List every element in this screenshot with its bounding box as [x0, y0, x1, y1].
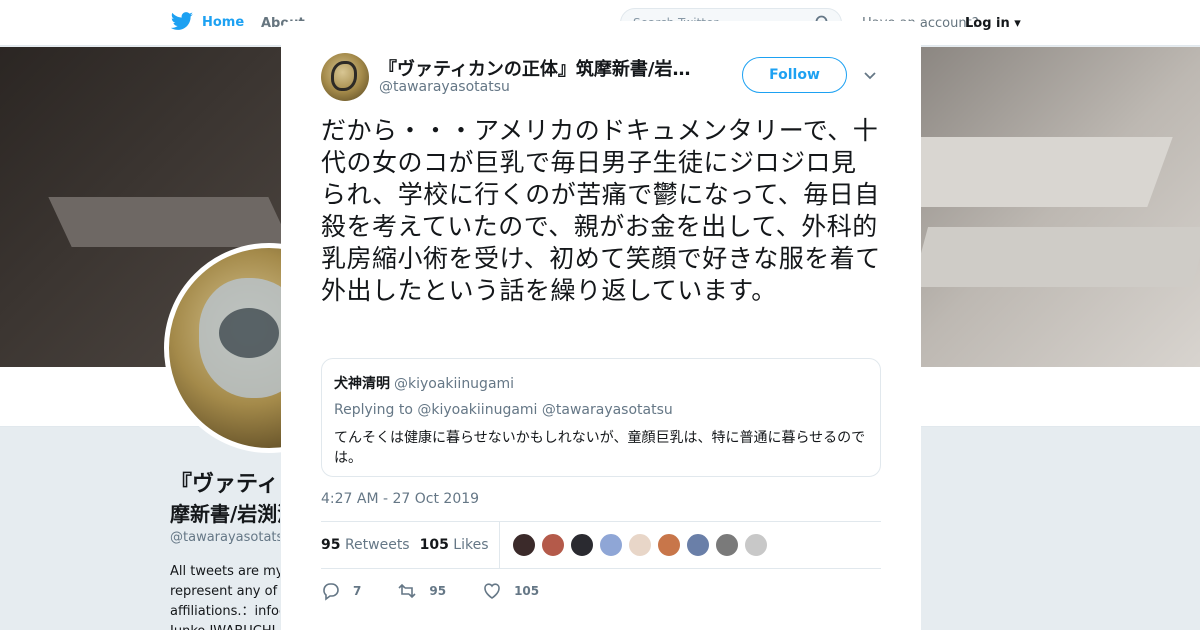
retweet-button[interactable]: 95 — [397, 581, 446, 601]
replying-to: Replying to @kiyoakiinugami @tawarayasot… — [334, 402, 673, 418]
quoted-tweet-text: てんそくは健康に暮らせないかもしれないが、童顔巨乳は、特に普通に暮らせるのでは。 — [334, 430, 866, 466]
retweets-label: Retweets — [344, 537, 410, 553]
close-icon[interactable]: ✕ — [1152, 9, 1180, 39]
retweets-stat[interactable]: 95 Retweets — [321, 537, 410, 553]
login-label: Log in — [965, 16, 1010, 31]
liker-avatar[interactable] — [685, 533, 710, 557]
profile-name-continued: 摩新書/岩渕潤子 — [170, 502, 280, 526]
quoted-tweet[interactable]: 犬神清明 @kiyoakiinugami Replying to @kiyoaki… — [321, 358, 881, 477]
chevron-down-icon[interactable] — [863, 69, 877, 83]
profile-name: 『ヴァティカンの正体』筑 — [170, 472, 280, 497]
liker-avatar[interactable] — [656, 533, 681, 557]
author-avatar[interactable] — [321, 53, 369, 101]
liker-avatar[interactable] — [714, 533, 739, 557]
bio-line: Junko IWABUCHI — [170, 622, 280, 630]
follow-button[interactable]: Follow — [742, 57, 847, 93]
bio-line: represent any of my — [170, 584, 280, 599]
author-handle[interactable]: @tawarayasotatsu — [379, 79, 510, 95]
reply-count: 7 — [353, 584, 362, 598]
tweet-modal: 『ヴァティカンの正体』筑摩新書/岩… @tawarayasotatsu Foll… — [281, 21, 921, 630]
chevron-down-icon: ▾ — [1014, 16, 1021, 31]
liker-avatars — [511, 533, 768, 557]
profile-bio: All tweets are my own views and do not r… — [170, 562, 280, 630]
liker-avatar[interactable] — [511, 533, 536, 557]
liker-avatar[interactable] — [627, 533, 652, 557]
quoted-author-name: 犬神清明 — [334, 376, 390, 392]
reply-icon — [323, 583, 339, 601]
login-button[interactable]: Log in ▾ — [965, 16, 1021, 31]
liker-avatar[interactable] — [569, 533, 594, 557]
retweets-count: 95 — [321, 537, 341, 553]
liker-avatar[interactable] — [743, 533, 768, 557]
likes-count: 105 — [419, 537, 449, 553]
tweet-actions: 7 95 105 — [321, 581, 881, 601]
like-count: 105 — [514, 584, 540, 598]
profile-handle[interactable]: @tawarayasotatsu — [170, 530, 280, 545]
quoted-author-handle: @kiyoakiinugami — [394, 376, 515, 392]
twitter-bird-icon — [170, 12, 193, 30]
tweet-stats: 95 Retweets 105 Likes — [321, 521, 881, 569]
likes-label: Likes — [453, 537, 489, 553]
stats-divider — [498, 522, 500, 568]
author-name[interactable]: 『ヴァティカンの正体』筑摩新書/岩… — [379, 55, 699, 81]
home-label: Home — [202, 14, 245, 30]
reply-button[interactable]: 7 — [321, 581, 361, 601]
bio-line: affiliations.：info@ — [170, 604, 280, 619]
like-button[interactable]: 105 — [482, 581, 539, 601]
retweet-icon — [398, 583, 416, 599]
retweet-count: 95 — [429, 584, 447, 598]
bio-line: All tweets are my own views and do not — [170, 564, 280, 579]
tweet-text: だから・・・アメリカのドキュメンタリーで、十代の女のコが巨乳で毎日男子生徒にジロ… — [321, 116, 881, 305]
home-link[interactable]: Home — [170, 12, 244, 32]
liker-avatar[interactable] — [598, 533, 623, 557]
heart-icon — [484, 583, 500, 599]
liker-avatar[interactable] — [540, 533, 565, 557]
likes-stat[interactable]: 105 Likes — [420, 537, 489, 553]
tweet-timestamp[interactable]: 4:27 AM - 27 Oct 2019 — [321, 491, 479, 507]
